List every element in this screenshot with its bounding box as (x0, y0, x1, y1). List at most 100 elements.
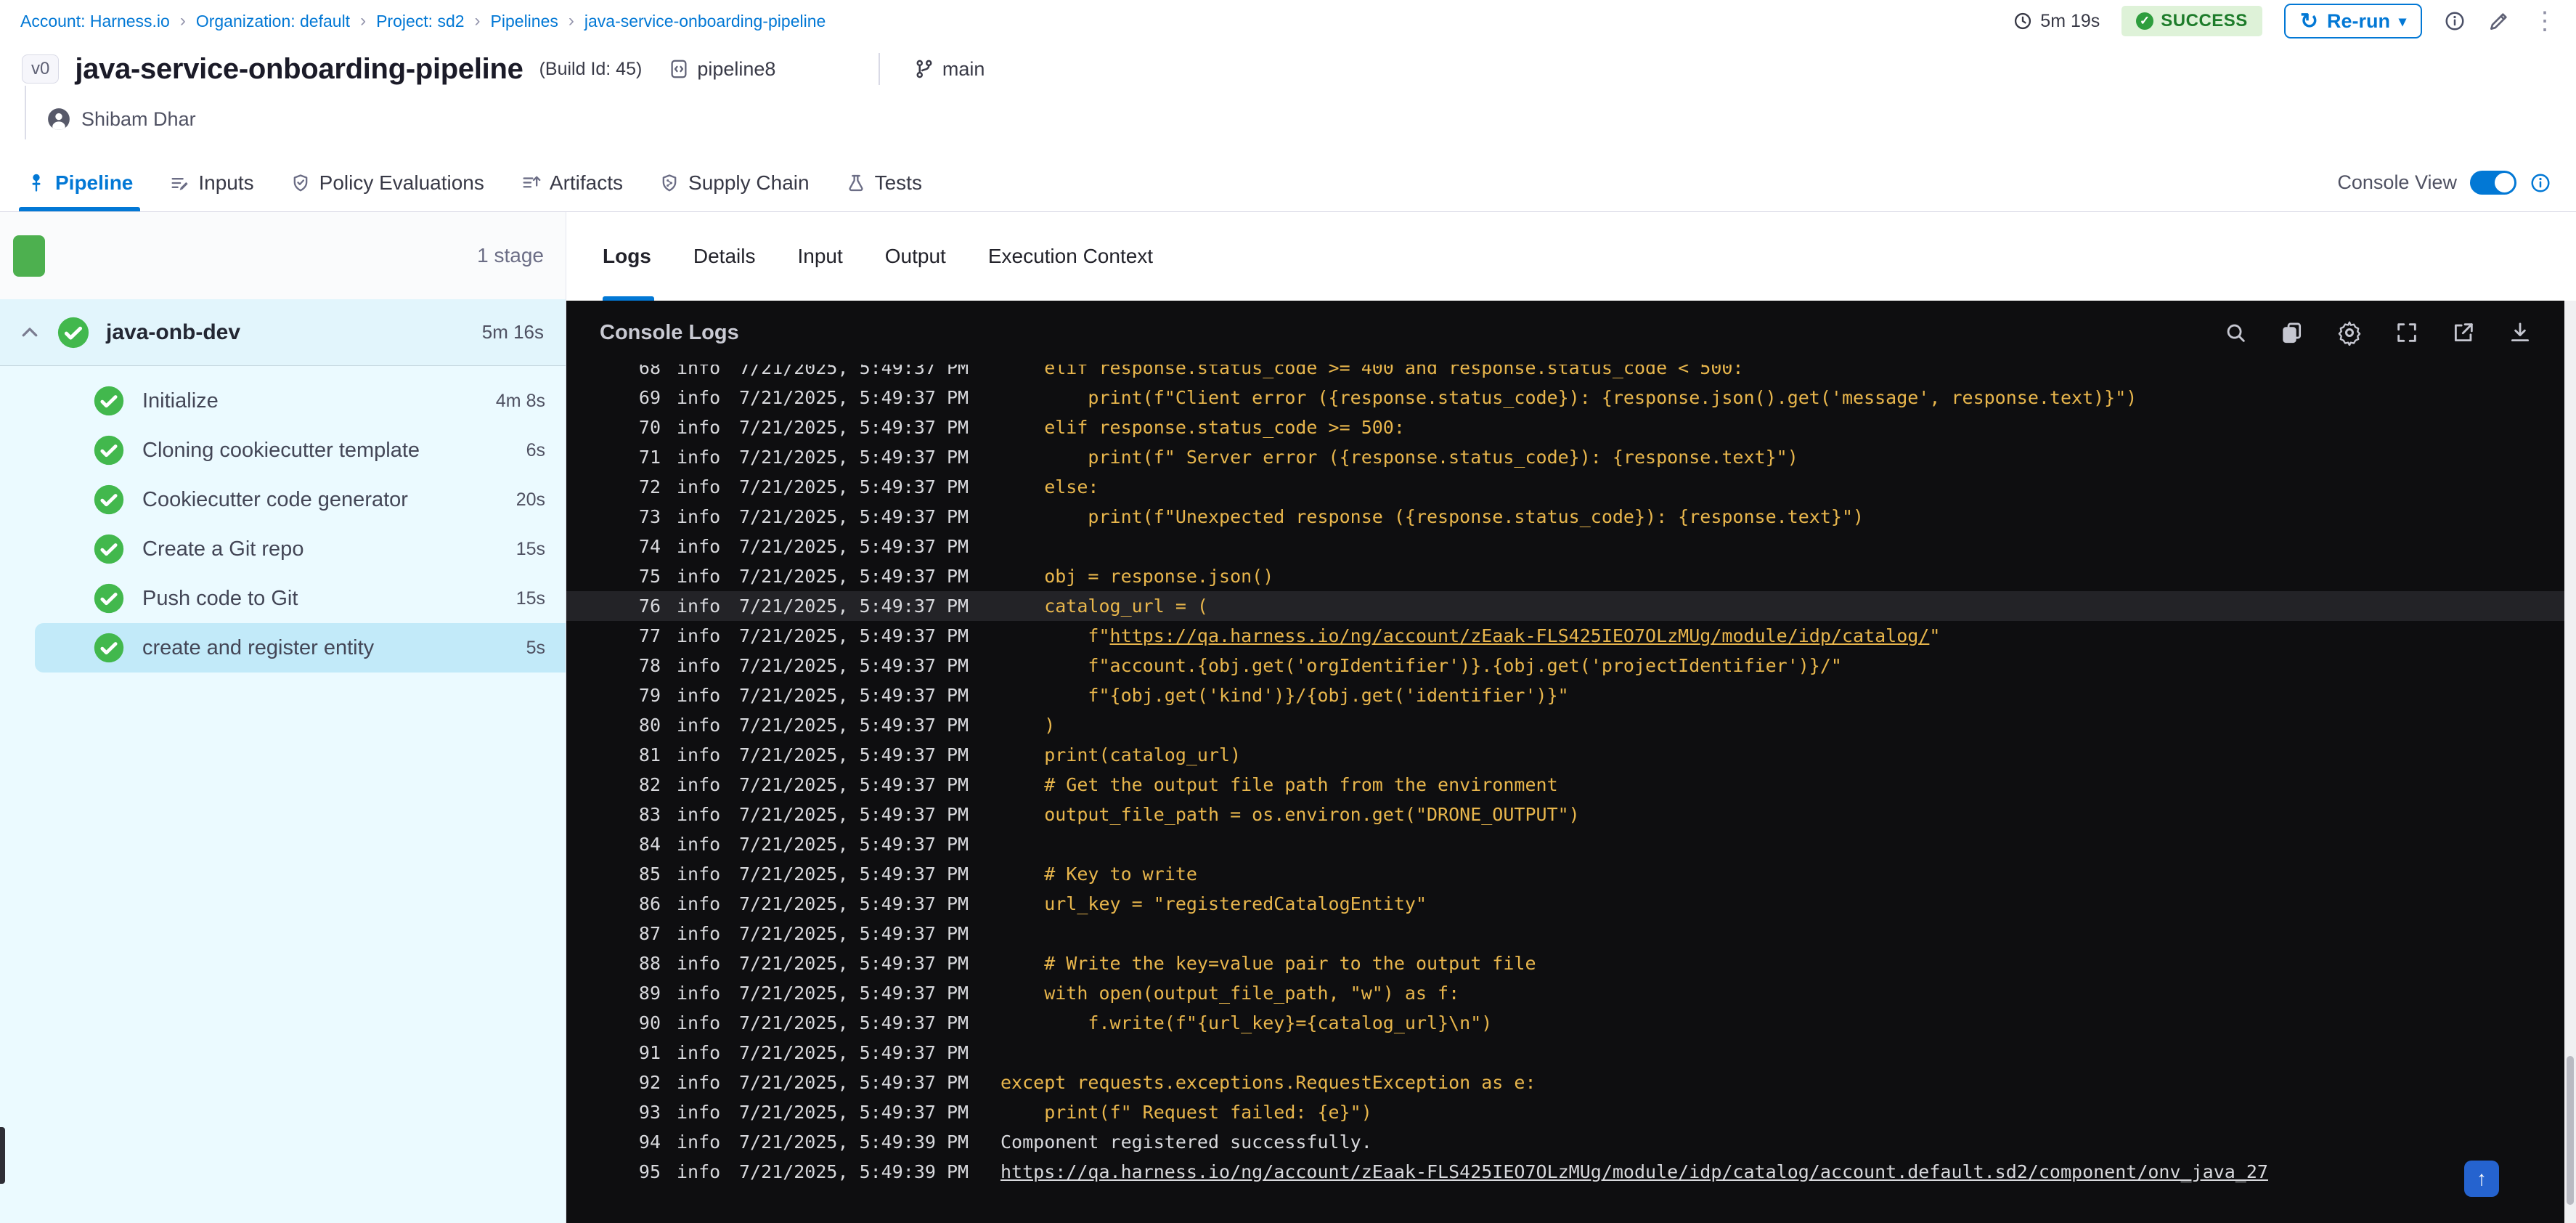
status-check-icon: ✓ (2136, 12, 2154, 30)
log-line-number: 95 (638, 1161, 661, 1182)
log-timestamp: 7/21/2025, 5:49:37 PM (739, 566, 969, 587)
log-line-80: 80 info 7/21/2025, 5:49:37 PM ) (566, 710, 2576, 740)
log-level: info (677, 983, 721, 1004)
step-cookiecutter-code-generator[interactable]: Cookiecutter code generator 20s (0, 475, 566, 524)
detail-tab-execution-context[interactable]: Execution Context (988, 212, 1153, 301)
detail-tab-input[interactable]: Input (797, 212, 842, 301)
breadcrumb-item-java-service-onboarding-pipeline[interactable]: java-service-onboarding-pipeline (584, 12, 826, 31)
search-icon[interactable] (2223, 320, 2248, 345)
open-in-new-icon[interactable] (2451, 320, 2476, 345)
console-logs-panel: Console Logs 68 info 7/21/2025, 5:49:37 PM… (566, 301, 2576, 1223)
tab-pipeline[interactable]: Pipeline (18, 154, 141, 211)
log-level: info (677, 387, 721, 408)
log-line-number: 81 (638, 744, 661, 765)
log-level: info (677, 1102, 721, 1123)
step-label: Cloning cookiecutter template (142, 438, 420, 462)
log-message: print(f" Server error ({response.status_… (1000, 447, 1798, 468)
log-line-76: 76 info 7/21/2025, 5:49:37 PM catalog_url … (566, 591, 2576, 621)
log-message: ) (1000, 715, 1056, 736)
log-line-number: 76 (638, 596, 661, 617)
policy-icon (290, 173, 311, 193)
log-message: print(f"Client error ({response.status_c… (1000, 387, 2137, 408)
breadcrumb-separator: › (474, 11, 481, 31)
log-message: else: (1000, 476, 1099, 497)
copy-icon[interactable] (2280, 320, 2304, 345)
step-cloning-cookiecutter-template[interactable]: Cloning cookiecutter template 6s (0, 426, 566, 475)
log-level: info (677, 834, 721, 855)
log-link[interactable]: https://qa.harness.io/ng/account/zEaak-F… (1000, 1161, 2268, 1182)
detail-tab-details[interactable]: Details (693, 212, 756, 301)
pipeline-execution-page: Account: Harness.io › Organization: defaul… (0, 0, 2576, 1223)
log-level: info (677, 655, 721, 676)
log-level: info (677, 625, 721, 646)
download-icon[interactable] (2508, 320, 2532, 345)
log-line-69: 69 info 7/21/2025, 5:49:37 PM print(f"Clie… (566, 383, 2576, 413)
log-line-number: 77 (638, 625, 661, 646)
pipeline-icon (26, 173, 46, 193)
log-timestamp: 7/21/2025, 5:49:37 PM (739, 953, 969, 974)
tab-supply-chain[interactable]: Supply Chain (659, 154, 810, 211)
console-view-toggle[interactable] (2470, 171, 2516, 195)
log-line-85: 85 info 7/21/2025, 5:49:37 PM # Key to wri… (566, 859, 2576, 889)
log-timestamp: 7/21/2025, 5:49:37 PM (739, 804, 969, 825)
breadcrumb-item-organization[interactable]: Organization: default (196, 12, 350, 31)
settings-icon[interactable] (2336, 320, 2363, 346)
step-initialize[interactable]: Initialize 4m 8s (0, 376, 566, 426)
branch-name: main (942, 57, 985, 80)
log-timestamp: 7/21/2025, 5:49:37 PM (739, 834, 969, 855)
log-line-number: 94 (638, 1131, 661, 1153)
log-timestamp: 7/21/2025, 5:49:37 PM (739, 864, 969, 885)
log-level: info (677, 447, 721, 468)
log-line-83: 83 info 7/21/2025, 5:49:37 PM output_file_… (566, 800, 2576, 829)
scrollbar-thumb[interactable] (2567, 1056, 2574, 1205)
log-line-number: 84 (638, 834, 661, 855)
tab-label: Inputs (198, 171, 254, 194)
breadcrumb-item-pipelines[interactable]: Pipelines (491, 12, 558, 31)
more-options-button[interactable]: ⋮ (2532, 9, 2557, 33)
log-line-number: 92 (638, 1072, 661, 1093)
chevron-up-icon[interactable] (19, 322, 41, 344)
inputs-icon (169, 173, 189, 193)
log-message: with open(output_file_path, "w") as f: (1000, 983, 1460, 1004)
step-push-code-to-git[interactable]: Push code to Git 15s (0, 574, 566, 623)
repo-chip[interactable]: pipeline8 (668, 58, 775, 81)
detail-tab-output[interactable]: Output (885, 212, 946, 301)
pencil-icon (2490, 13, 2507, 30)
scroll-to-top-button[interactable]: ↑ (2464, 1161, 2499, 1197)
stage-count: 1 stage (477, 244, 544, 267)
detail-tab-logs[interactable]: Logs (603, 212, 654, 301)
log-line-89: 89 info 7/21/2025, 5:49:37 PM with open(ou… (566, 978, 2576, 1008)
execution-duration: 5m 19s (2013, 11, 2100, 32)
step-create-a-git-repo[interactable]: Create a Git repo 15s (0, 524, 566, 574)
breadcrumb-item-account[interactable]: Account: Harness.io (20, 12, 170, 31)
log-level: info (677, 1012, 721, 1033)
log-message: # Key to write (1000, 864, 1197, 885)
stage-row[interactable]: java-onb-dev 5m 16s (0, 299, 566, 366)
breadcrumb-item-project[interactable]: Project: sd2 (376, 12, 464, 31)
log-message: f"{obj.get('kind')}/{obj.get('identifier… (1000, 685, 1569, 706)
stage-duration: 5m 16s (481, 321, 544, 343)
branch-chip[interactable]: main (913, 58, 985, 81)
rerun-button[interactable]: ↻ Re-run ▾ (2283, 4, 2422, 38)
log-timestamp: 7/21/2025, 5:49:37 PM (739, 685, 969, 706)
tab-artifacts[interactable]: Artifacts (521, 154, 623, 211)
tab-tests[interactable]: Tests (846, 154, 922, 211)
log-line-78: 78 info 7/21/2025, 5:49:37 PM f"account.{o… (566, 651, 2576, 680)
log-line-number: 73 (638, 506, 661, 527)
fullscreen-icon[interactable] (2394, 320, 2419, 345)
page-title: java-service-onboarding-pipeline (75, 52, 523, 85)
info-button[interactable] (2444, 10, 2466, 32)
log-message: Component registered successfully. (1000, 1131, 1372, 1153)
step-create-and-register-entity[interactable]: create and register entity 5s (35, 623, 566, 673)
log-line-82: 82 info 7/21/2025, 5:49:37 PM # Get the ou… (566, 770, 2576, 800)
breadcrumb-separator: › (179, 11, 186, 31)
log-level: info (677, 744, 721, 765)
build-id: (Build Id: 45) (539, 58, 643, 79)
log-link[interactable]: https://qa.harness.io/ng/account/zEaak-F… (1110, 625, 1930, 646)
edit-pipeline-button[interactable] (2487, 9, 2511, 33)
tab-policy-evaluations[interactable]: Policy Evaluations (290, 154, 484, 211)
log-line-number: 83 (638, 804, 661, 825)
info-icon[interactable] (2530, 172, 2551, 194)
log-scrollbar[interactable] (2564, 301, 2576, 1223)
tab-inputs[interactable]: Inputs (169, 154, 254, 211)
